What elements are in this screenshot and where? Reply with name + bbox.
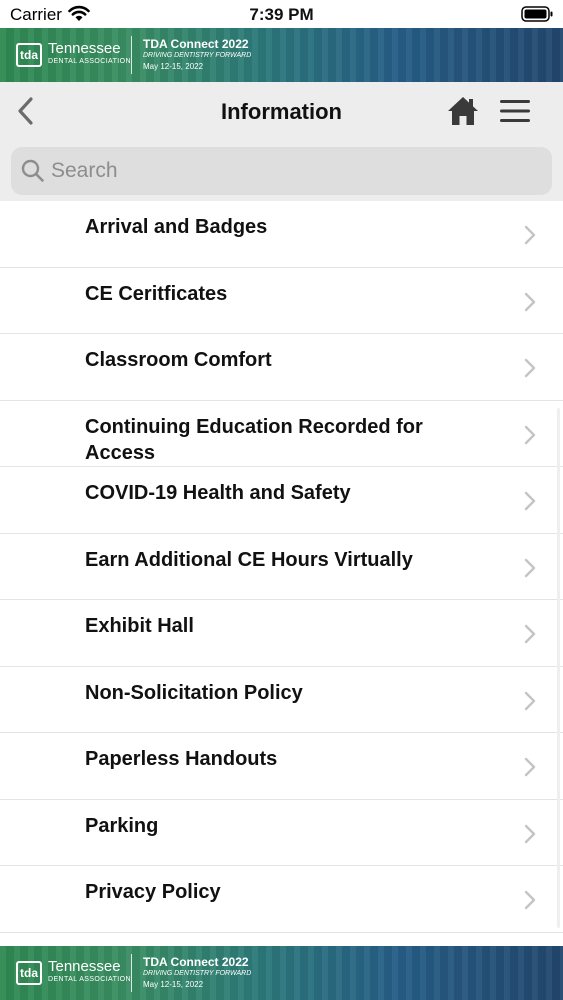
- list-item-label: Arrival and Badges: [85, 216, 268, 238]
- list-item-label: Exhibit Hall: [85, 615, 194, 637]
- chevron-right-icon: [524, 558, 536, 577]
- chevron-right-icon: [524, 691, 536, 710]
- chevron-right-icon: [524, 757, 536, 777]
- banner-org-name: Tennessee: [48, 958, 121, 975]
- navigation-bar: Information: [0, 82, 563, 201]
- list-item-label: COVID-19 Health and Safety: [85, 482, 351, 504]
- status-bar: Carrier 7:39 PM: [0, 0, 563, 28]
- information-list: Arrival and Badges CE Ceritficates Class…: [0, 201, 563, 946]
- chevron-right-icon: [524, 425, 536, 444]
- battery-icon: [521, 6, 553, 27]
- chevron-right-icon: [524, 225, 536, 245]
- tda-logo: tda: [16, 961, 42, 985]
- list-item-label: Earn Additional CE Hours Virtually: [85, 548, 413, 571]
- list-scrollbar[interactable]: [557, 408, 560, 928]
- banner-event-tagline: DRIVING DENTISTRY FORWARD: [143, 970, 252, 977]
- list-item[interactable]: Earn Additional CE Hours Virtually: [0, 534, 563, 600]
- list-item-label: Classroom Comfort: [85, 349, 272, 371]
- list-item[interactable]: Classroom Comfort: [0, 334, 563, 401]
- list-item-label: Paperless Handouts: [85, 748, 278, 770]
- event-banner-top: tda Tennessee DENTAL ASSOCIATION TDA Con…: [0, 28, 563, 82]
- banner-org-name: Tennessee: [48, 40, 121, 57]
- banner-divider: [131, 954, 132, 992]
- list-item[interactable]: Non-Solicitation Policy: [0, 667, 563, 733]
- banner-divider: [131, 36, 132, 74]
- list-item[interactable]: Parking: [0, 800, 563, 866]
- list-item[interactable]: COVID-19 Health and Safety: [0, 467, 563, 534]
- tda-logo: tda: [16, 43, 42, 67]
- banner-event-dates: May 12-15, 2022: [143, 62, 204, 71]
- banner-event-dates: May 12-15, 2022: [143, 980, 204, 989]
- search-icon: [21, 159, 45, 188]
- list-item[interactable]: Arrival and Badges: [0, 201, 563, 268]
- banner-event: TDA Connect 2022 DRIVING DENTISTRY FORWA…: [143, 37, 251, 73]
- list-item[interactable]: Privacy Policy: [0, 866, 563, 933]
- banner-org-sub: DENTAL ASSOCIATION: [48, 58, 131, 65]
- list-item[interactable]: CE Ceritficates: [0, 268, 563, 334]
- list-item-label: Parking: [85, 814, 159, 837]
- search-input[interactable]: [51, 155, 531, 187]
- banner-org: Tennessee DENTAL ASSOCIATION: [48, 958, 131, 984]
- banner-event-tagline: DRIVING DENTISTRY FORWARD: [143, 52, 252, 59]
- home-icon: [448, 97, 478, 125]
- list-item-label: Non-Solicitation Policy: [85, 681, 303, 704]
- chevron-right-icon: [524, 358, 536, 378]
- chevron-right-icon: [524, 624, 536, 644]
- menu-button[interactable]: [498, 96, 532, 126]
- banner-event-title: TDA Connect 2022: [143, 37, 249, 51]
- list-item-label: CE Ceritficates: [85, 282, 228, 305]
- list-item[interactable]: Continuing Education Recorded for Access: [0, 401, 563, 467]
- list-item[interactable]: Paperless Handouts: [0, 733, 563, 800]
- list-item-label: Privacy Policy: [85, 881, 221, 903]
- banner-event: TDA Connect 2022 DRIVING DENTISTRY FORWA…: [143, 955, 251, 991]
- chevron-right-icon: [524, 824, 536, 843]
- banner-org: Tennessee DENTAL ASSOCIATION: [48, 40, 131, 66]
- banner-event-title: TDA Connect 2022: [143, 955, 249, 969]
- status-time: 7:39 PM: [249, 5, 314, 24]
- event-banner-bottom[interactable]: tda Tennessee DENTAL ASSOCIATION TDA Con…: [0, 946, 563, 1000]
- list-item[interactable]: Exhibit Hall: [0, 600, 563, 667]
- hamburger-menu-icon: [500, 100, 530, 122]
- list-item-label: Continuing Education Recorded for Access: [85, 415, 423, 464]
- home-button[interactable]: [447, 94, 479, 128]
- chevron-right-icon: [524, 292, 536, 311]
- chevron-right-icon: [524, 491, 536, 511]
- banner-org-sub: DENTAL ASSOCIATION: [48, 976, 131, 983]
- chevron-right-icon: [524, 890, 536, 910]
- search-bar[interactable]: [11, 147, 552, 195]
